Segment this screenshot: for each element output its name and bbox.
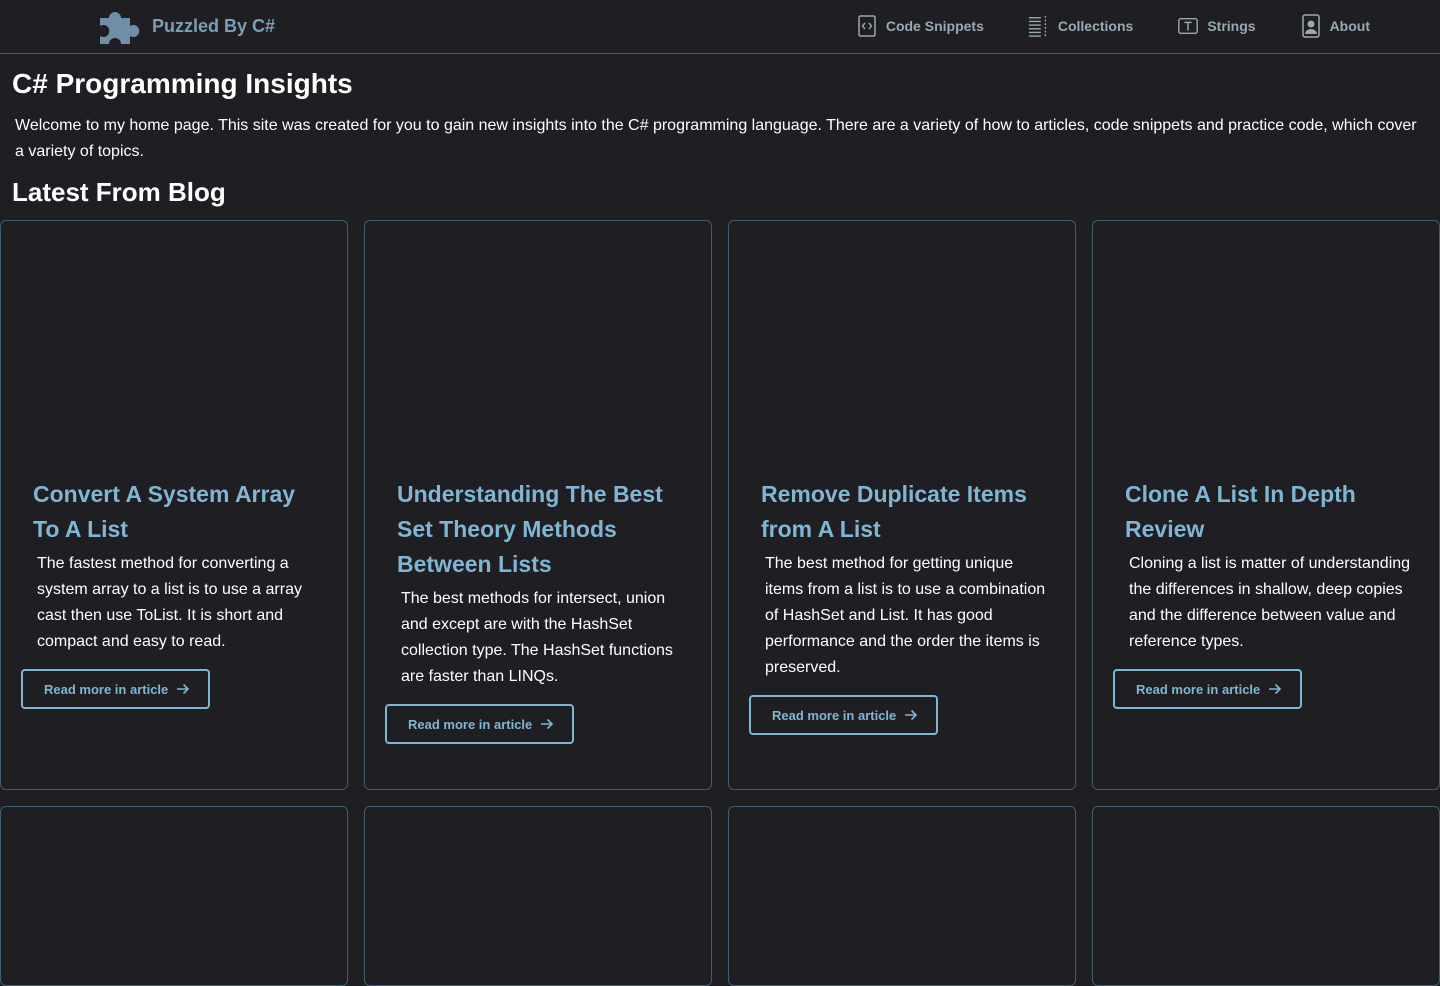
puzzle-logo-icon xyxy=(100,12,140,44)
read-more-label: Read more in article xyxy=(408,716,533,732)
card-body: Convert A System Array To A List The fas… xyxy=(21,477,323,709)
card-title[interactable]: Remove Duplicate Items from A List xyxy=(761,477,1051,547)
card-body: Clone A List In Depth Review Cloning a l… xyxy=(1113,477,1415,709)
read-more-button[interactable]: Read more in article xyxy=(385,704,575,744)
arrow-right-icon xyxy=(177,683,190,695)
blog-card xyxy=(0,806,348,986)
nav-code-snippets-label: Code Snippets xyxy=(885,18,984,34)
intro-text: Welcome to my home page. This site was c… xyxy=(15,117,1417,160)
brand-name: Puzzled By C# xyxy=(152,15,276,36)
blog-card: Convert A System Array To A List The fas… xyxy=(0,220,348,790)
nav-strings-label: Strings xyxy=(1207,18,1256,34)
page-title: C# Programming Insights xyxy=(12,68,353,99)
blog-card: Remove Duplicate Items from A List The b… xyxy=(728,220,1076,790)
read-more-button[interactable]: Read more in article xyxy=(1113,669,1303,709)
read-more-label: Read more in article xyxy=(44,681,169,697)
top-navbar: Puzzled By C# Code Snippets Collections xyxy=(0,0,1440,54)
nav-collections-label: Collections xyxy=(1057,18,1134,34)
code-icon xyxy=(858,15,876,37)
card-text: The best method for getting unique items… xyxy=(765,555,1046,676)
card-text: Cloning a list is matter of understandin… xyxy=(1129,555,1411,650)
card-body: Remove Duplicate Items from A List The b… xyxy=(749,477,1051,735)
list-icon xyxy=(1028,15,1046,37)
nav-code-snippets[interactable]: Code Snippets xyxy=(856,14,984,38)
blog-card: Understanding The Best Set Theory Method… xyxy=(364,220,712,790)
card-text: The fastest method for converting a syst… xyxy=(37,555,302,650)
nav-strings[interactable]: Strings xyxy=(1177,14,1256,38)
card-title[interactable]: Convert A System Array To A List xyxy=(33,477,323,547)
blog-card xyxy=(364,806,712,986)
section-title: Latest From Blog xyxy=(12,177,226,207)
brand-link[interactable]: Puzzled By C# xyxy=(90,6,275,46)
main-nav: Code Snippets Collections Strings About xyxy=(856,12,1370,40)
arrow-right-icon xyxy=(905,709,918,721)
card-text: The best methods for intersect, union an… xyxy=(401,590,673,685)
card-title[interactable]: Understanding The Best Set Theory Method… xyxy=(397,477,687,582)
read-more-label: Read more in article xyxy=(772,707,897,723)
blog-card: Clone A List In Depth Review Cloning a l… xyxy=(1092,220,1440,790)
card-title[interactable]: Clone A List In Depth Review xyxy=(1125,477,1415,547)
read-more-button[interactable]: Read more in article xyxy=(749,695,939,735)
card-body: Understanding The Best Set Theory Method… xyxy=(385,477,687,744)
text-icon xyxy=(1178,17,1199,35)
nav-collections[interactable]: Collections xyxy=(1028,14,1133,38)
nav-about[interactable]: About xyxy=(1300,14,1370,38)
read-more-button[interactable]: Read more in article xyxy=(21,669,211,709)
contact-icon xyxy=(1301,14,1320,38)
nav-about-label: About xyxy=(1329,18,1370,34)
arrow-right-icon xyxy=(541,718,554,730)
blog-card xyxy=(1092,806,1440,986)
blog-card xyxy=(728,806,1076,986)
arrow-right-icon xyxy=(1269,683,1282,695)
read-more-label: Read more in article xyxy=(1136,681,1261,697)
